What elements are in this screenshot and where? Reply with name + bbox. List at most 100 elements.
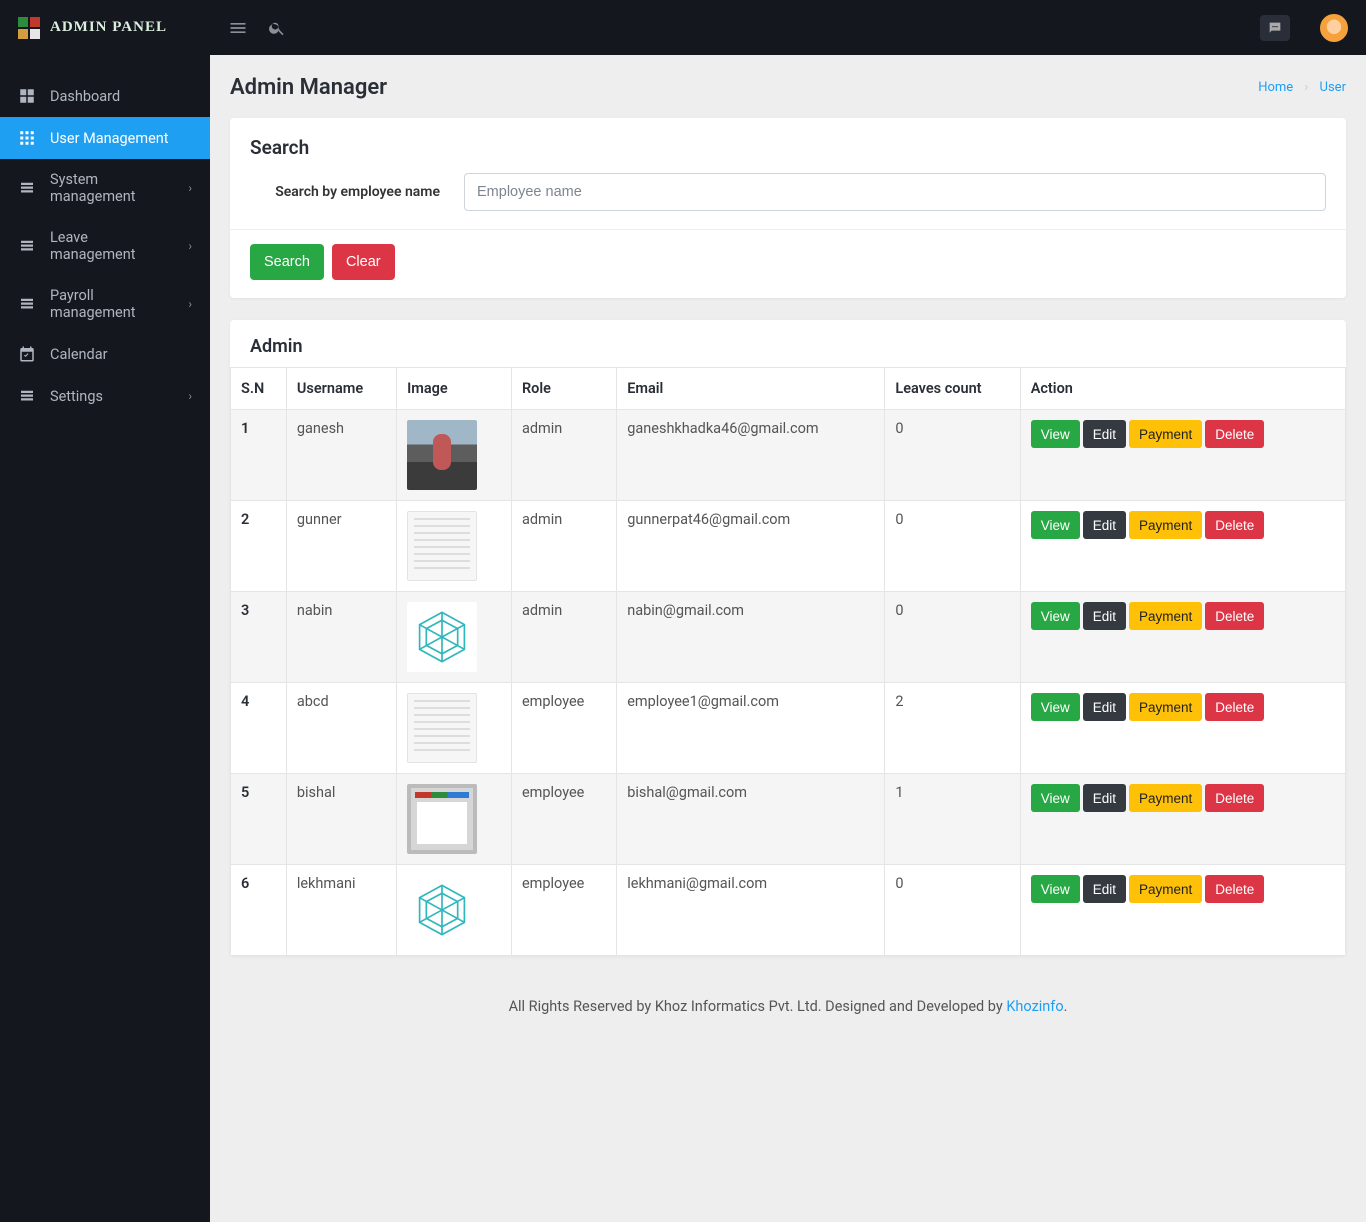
table-heading: Admin [230, 320, 1346, 367]
delete-button[interactable]: Delete [1205, 420, 1264, 448]
sidebar-item-label: Settings [50, 388, 103, 405]
delete-button[interactable]: Delete [1205, 602, 1264, 630]
column-header: Role [511, 368, 616, 410]
cell-image [397, 865, 512, 956]
cell-sn: 3 [231, 592, 287, 683]
sidebar-item-leave-management[interactable]: Leave management› [0, 217, 210, 275]
table-row: 3nabinadminnabin@gmail.com0ViewEditPayme… [231, 592, 1346, 683]
breadcrumb-home[interactable]: Home [1258, 80, 1293, 95]
messages-icon[interactable] [1260, 15, 1290, 41]
user-thumbnail [407, 875, 477, 945]
chevron-right-icon: › [188, 389, 192, 403]
table-row: 1ganeshadminganeshkhadka46@gmail.com0Vie… [231, 410, 1346, 501]
sidebar-item-label: Calendar [50, 346, 108, 363]
view-button[interactable]: View [1031, 420, 1080, 448]
payment-button[interactable]: Payment [1129, 693, 1202, 721]
sidebar-item-label: Dashboard [50, 88, 120, 105]
edit-button[interactable]: Edit [1083, 693, 1126, 721]
list-icon [18, 295, 36, 313]
list-icon [18, 179, 36, 197]
column-header: Leaves count [885, 368, 1020, 410]
edit-button[interactable]: Edit [1083, 875, 1126, 903]
cell-email: bishal@gmail.com [617, 774, 885, 865]
sidebar-item-label: Leave management [50, 229, 174, 263]
cell-leaves: 0 [885, 865, 1020, 956]
brand-logo-icon [18, 17, 40, 39]
search-heading: Search [250, 136, 1326, 159]
cell-role: employee [511, 683, 616, 774]
menu-toggle-icon[interactable] [228, 18, 248, 38]
sidebar-item-label: User Management [50, 130, 169, 147]
cell-role: admin [511, 410, 616, 501]
payment-button[interactable]: Payment [1129, 420, 1202, 448]
sidebar-item-settings[interactable]: Settings › [0, 375, 210, 417]
search-button[interactable]: Search [250, 244, 324, 280]
delete-button[interactable]: Delete [1205, 693, 1264, 721]
cell-image [397, 501, 512, 592]
calendar-icon [18, 345, 36, 363]
view-button[interactable]: View [1031, 511, 1080, 539]
sidebar-item-dashboard[interactable]: Dashboard [0, 75, 210, 117]
cell-leaves: 0 [885, 592, 1020, 683]
topbar-search-icon[interactable] [268, 19, 286, 37]
view-button[interactable]: View [1031, 875, 1080, 903]
payment-button[interactable]: Payment [1129, 511, 1202, 539]
cell-image [397, 410, 512, 501]
sidebar-item-payroll-management[interactable]: Payroll management› [0, 275, 210, 333]
cell-role: admin [511, 592, 616, 683]
payment-button[interactable]: Payment [1129, 875, 1202, 903]
chevron-right-icon: › [188, 297, 192, 311]
cell-actions: ViewEditPaymentDelete [1020, 501, 1345, 592]
cell-username: nabin [286, 592, 396, 683]
sidebar-item-user-management[interactable]: User Management [0, 117, 210, 159]
delete-button[interactable]: Delete [1205, 784, 1264, 812]
cell-image [397, 592, 512, 683]
payment-button[interactable]: Payment [1129, 784, 1202, 812]
cell-image [397, 683, 512, 774]
admin-table-card: Admin S.NUsernameImageRoleEmailLeaves co… [230, 320, 1346, 956]
cell-role: employee [511, 865, 616, 956]
cell-sn: 6 [231, 865, 287, 956]
view-button[interactable]: View [1031, 693, 1080, 721]
cell-sn: 1 [231, 410, 287, 501]
cell-leaves: 0 [885, 501, 1020, 592]
cell-sn: 5 [231, 774, 287, 865]
grid4-icon [18, 129, 36, 147]
footer-text: All Rights Reserved by Khoz Informatics … [509, 998, 1007, 1015]
column-header: S.N [231, 368, 287, 410]
sidebar-item-system-management[interactable]: System management› [0, 159, 210, 217]
delete-button[interactable]: Delete [1205, 875, 1264, 903]
footer-link[interactable]: Khozinfo [1006, 998, 1063, 1015]
page-title: Admin Manager [230, 75, 387, 100]
edit-button[interactable]: Edit [1083, 602, 1126, 630]
view-button[interactable]: View [1031, 784, 1080, 812]
brand-text: ADMIN PANEL [50, 19, 167, 36]
cell-actions: ViewEditPaymentDelete [1020, 774, 1345, 865]
column-header: Action [1020, 368, 1345, 410]
cell-actions: ViewEditPaymentDelete [1020, 683, 1345, 774]
employee-name-input[interactable] [464, 173, 1326, 211]
cell-username: gunner [286, 501, 396, 592]
sidebar-item-calendar[interactable]: Calendar [0, 333, 210, 375]
cell-sn: 4 [231, 683, 287, 774]
edit-button[interactable]: Edit [1083, 511, 1126, 539]
delete-button[interactable]: Delete [1205, 511, 1264, 539]
cell-email: employee1@gmail.com [617, 683, 885, 774]
grid-icon [18, 87, 36, 105]
sidebar: ADMIN PANEL Dashboard User Management Syst… [0, 0, 210, 1222]
edit-button[interactable]: Edit [1083, 784, 1126, 812]
view-button[interactable]: View [1031, 602, 1080, 630]
sidebar-nav: Dashboard User Management System managemen… [0, 75, 210, 417]
chevron-right-icon: › [188, 181, 192, 195]
table-row: 6lekhmaniemployeelekhmani@gmail.com0View… [231, 865, 1346, 956]
cell-username: abcd [286, 683, 396, 774]
edit-button[interactable]: Edit [1083, 420, 1126, 448]
user-avatar[interactable] [1320, 14, 1348, 42]
topbar [210, 0, 1366, 55]
breadcrumb-current[interactable]: User [1320, 80, 1346, 95]
list-icon [18, 237, 36, 255]
clear-button[interactable]: Clear [332, 244, 395, 280]
cell-email: lekhmani@gmail.com [617, 865, 885, 956]
cell-email: gunnerpat46@gmail.com [617, 501, 885, 592]
payment-button[interactable]: Payment [1129, 602, 1202, 630]
